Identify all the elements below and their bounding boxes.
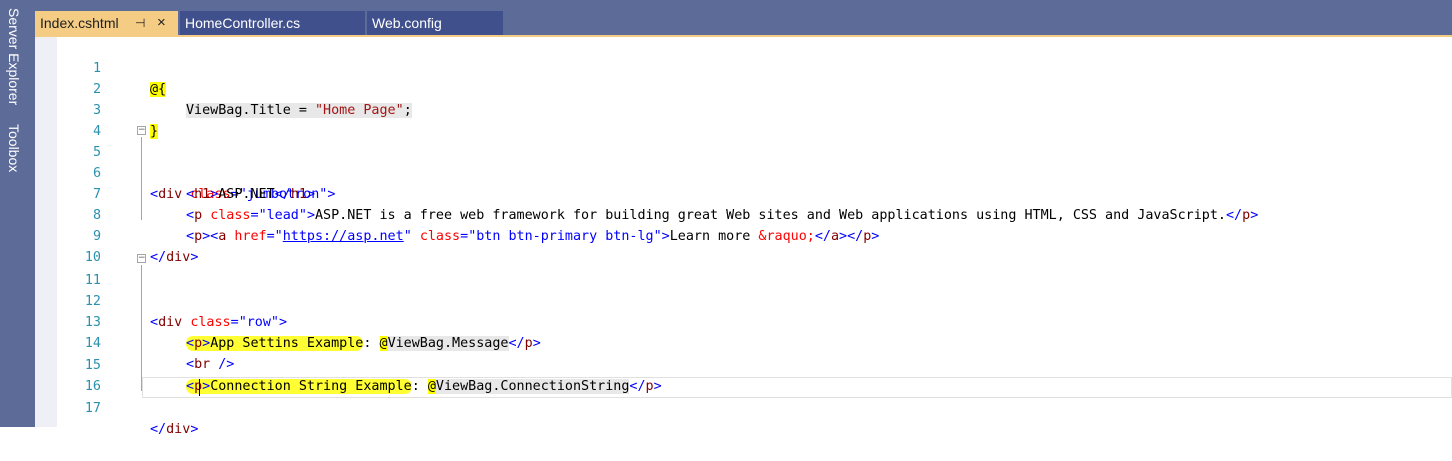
tab-label: HomeController.cs: [185, 15, 301, 31]
tool-window-rail: Server Explorer Toolbox: [0, 0, 35, 427]
code-line: 9 </div>: [35, 205, 1452, 265]
code-line: 13 <p>App Settins Example: @ViewBag.Mess…: [35, 291, 1452, 351]
document-tab-strip: Index.cshtml ⊣ × HomeController.cs Web.c…: [35, 0, 1452, 35]
code-line: 15 <p>Connection String Example: @ViewBa…: [35, 334, 1452, 394]
close-icon[interactable]: ×: [157, 11, 166, 35]
tab-homecontroller-cs[interactable]: HomeController.cs: [180, 11, 365, 35]
tab-index-cshtml[interactable]: Index.cshtml ⊣ ×: [35, 11, 178, 35]
tag-name: div: [166, 422, 191, 437]
code-line: 8 <p><a href="https://asp.net" class="bt…: [35, 184, 1452, 244]
code-line: 12: [35, 270, 1452, 309]
line-number: 17: [84, 401, 101, 416]
tab-label: Web.config: [372, 15, 442, 31]
code-line: 2 ViewBag.Title = "Home Page";: [35, 58, 1452, 118]
pin-icon[interactable]: ⊣: [135, 11, 145, 35]
code-line: 10: [35, 226, 1452, 265]
code-line: 14 <br />: [35, 312, 1452, 372]
line-code: </div>: [150, 422, 199, 437]
code-line: 1 @{: [35, 37, 1452, 97]
code-line: 3 }: [35, 79, 1452, 139]
code-line: 17 </div>: [35, 377, 1452, 437]
code-line: 6 <h1>ASP.NET</h1>: [35, 142, 1452, 202]
server-explorer-tab[interactable]: Server Explorer: [6, 8, 22, 105]
tab-label: Index.cshtml: [40, 15, 119, 31]
code-editor[interactable]: 1 @{ 2 ViewBag.Title = "Home Page"; 3 } …: [35, 37, 1452, 437]
toolbox-tab[interactable]: Toolbox: [6, 124, 22, 172]
tab-web-config[interactable]: Web.config: [367, 11, 503, 35]
code-line: 11 − <div class="row">: [35, 249, 1452, 331]
code-line: 7 <p class="lead">ASP.NET is a free web …: [35, 163, 1452, 223]
collapse-icon[interactable]: −: [137, 126, 146, 135]
code-line: 5 − <div class="jumbotron">: [35, 121, 1452, 203]
code-line: 16: [35, 355, 1452, 394]
text-caret: [199, 379, 201, 396]
collapse-icon[interactable]: −: [137, 254, 146, 263]
code-line: 4: [35, 100, 1452, 139]
